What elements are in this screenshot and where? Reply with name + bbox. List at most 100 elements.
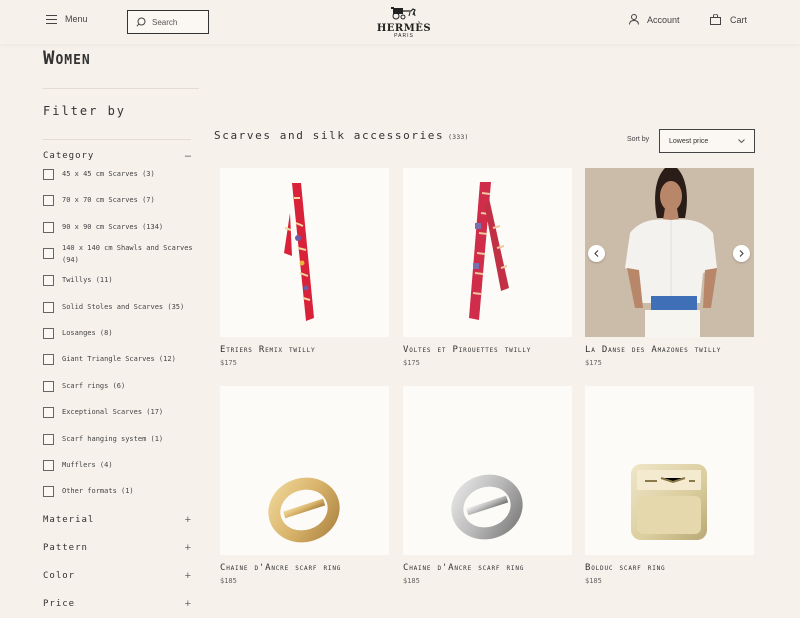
checkbox[interactable] [43, 354, 54, 365]
cart-link[interactable]: Cart [710, 14, 747, 25]
product-price: $185 [585, 577, 602, 585]
category-option[interactable]: Twillys (11) [43, 274, 197, 286]
product-image[interactable] [585, 168, 754, 337]
category-option-label: Solid Stoles and Scarves (35) [62, 303, 185, 311]
category-option[interactable]: Mufflers (4) [43, 459, 197, 471]
checkbox[interactable] [43, 275, 54, 286]
carriage-logo-icon [391, 7, 416, 20]
sort-label: Sort by [627, 136, 650, 143]
menu-label: Menu [65, 14, 88, 24]
product-name[interactable]: Chaine d'Ancre scarf ring [403, 563, 572, 573]
account-label: Account [647, 14, 680, 25]
result-count: (333) [448, 134, 469, 141]
user-icon [629, 14, 639, 25]
checkbox[interactable] [43, 302, 54, 313]
product-price: $175 [585, 359, 602, 367]
checkbox[interactable] [43, 460, 54, 471]
twilly-scarf-image [469, 182, 509, 320]
account-link[interactable]: Account [629, 14, 680, 25]
category-option[interactable]: Scarf hanging system (1) [43, 433, 197, 445]
category-option[interactable]: 70 x 70 cm Scarves (7) [43, 194, 197, 206]
facet-label: Price [43, 599, 76, 609]
chevron-left-icon [594, 250, 599, 257]
product-name[interactable]: Bolduc scarf ring [585, 563, 754, 573]
checkbox[interactable] [43, 434, 54, 445]
carousel-next-button[interactable] [733, 245, 750, 262]
checkbox[interactable] [43, 222, 54, 233]
checkbox[interactable] [43, 486, 54, 497]
plus-icon: + [184, 542, 191, 554]
menu-button[interactable]: Menu [46, 14, 88, 24]
product-card[interactable]: Bolduc scarf ring $185 [585, 386, 754, 585]
category-option[interactable]: 45 x 45 cm Scarves (3) [43, 168, 197, 180]
collapse-icon[interactable]: – [185, 150, 191, 162]
facet-price[interactable]: Price + [43, 598, 191, 610]
product-card[interactable]: La Danse des Amazones twilly $175 [585, 168, 754, 367]
search-box[interactable] [127, 10, 209, 34]
product-price: $185 [220, 577, 237, 585]
cart-label: Cart [730, 14, 748, 25]
category-option[interactable]: Other formats (1) [43, 485, 197, 497]
product-image[interactable] [220, 386, 389, 555]
category-filter-header[interactable]: Category – [43, 139, 191, 162]
hamburger-icon [46, 14, 57, 24]
bolduc-scarf-ring-image [631, 464, 707, 540]
sort-select[interactable]: Lowest price [659, 129, 755, 153]
carousel-prev-button[interactable] [588, 245, 605, 262]
brand-logo[interactable]: HERMÈS PARIS [375, 5, 433, 39]
plus-icon: + [184, 514, 191, 526]
search-input[interactable] [152, 17, 207, 27]
product-image[interactable] [403, 386, 572, 555]
category-option-label: 70 x 70 cm Scarves (7) [62, 196, 155, 204]
facet-color[interactable]: Color + [43, 570, 191, 582]
checkbox[interactable] [43, 169, 54, 180]
product-image[interactable] [403, 168, 572, 337]
product-name[interactable]: La Danse des Amazones twilly [585, 345, 754, 355]
product-name[interactable]: Chaine d'Ancre scarf ring [220, 563, 389, 573]
product-card[interactable]: Chaine d'Ancre scarf ring $185 [220, 386, 389, 585]
plus-icon: + [184, 598, 191, 610]
product-card[interactable]: Chaine d'Ancre scarf ring $185 [403, 386, 572, 585]
product-name[interactable]: Etriers Remix twilly [220, 345, 389, 355]
plus-icon: + [184, 570, 191, 582]
facet-label: Color [43, 571, 76, 581]
facet-pattern[interactable]: Pattern + [43, 542, 191, 554]
product-price: $175 [403, 359, 420, 367]
facet-material[interactable]: Material + [43, 514, 191, 526]
product-card[interactable]: Etriers Remix twilly $175 [220, 168, 389, 367]
category-option-label: Other formats (1) [62, 487, 134, 495]
product-card[interactable]: Voltes et Pirouettes twilly $175 [403, 168, 572, 367]
category-option-label: Giant Triangle Scarves (12) [62, 355, 176, 363]
category-option[interactable]: 140 x 140 cm Shawls and Scarves (94) [43, 242, 197, 266]
checkbox[interactable] [43, 195, 54, 206]
product-image[interactable] [220, 168, 389, 337]
category-option[interactable]: 90 x 90 cm Scarves (134) [43, 221, 197, 233]
category-option-label: 45 x 45 cm Scarves (3) [62, 170, 155, 178]
checkbox[interactable] [43, 328, 54, 339]
site-header: Menu HERMÈS PARIS Account Cart [0, 0, 800, 44]
category-option[interactable]: Giant Triangle Scarves (12) [43, 353, 197, 365]
category-option-label: Mufflers (4) [62, 461, 113, 469]
category-option[interactable]: Solid Stoles and Scarves (35) [43, 301, 197, 313]
chevron-down-icon [738, 139, 745, 143]
product-image[interactable] [585, 386, 754, 555]
product-price: $185 [403, 577, 420, 585]
checkbox[interactable] [43, 248, 54, 259]
facet-label: Material [43, 515, 95, 525]
checkbox[interactable] [43, 381, 54, 392]
product-name[interactable]: Voltes et Pirouettes twilly [403, 345, 572, 355]
shopping-bag-icon [710, 14, 721, 25]
checkbox[interactable] [43, 407, 54, 418]
category-option-label: Scarf rings (6) [62, 382, 126, 390]
category-option-label: Losanges (8) [62, 329, 113, 337]
category-option[interactable]: Losanges (8) [43, 327, 197, 339]
section-title-text: Scarves and silk accessories [214, 129, 445, 142]
divider [43, 88, 199, 89]
category-option-label: Twillys (11) [62, 276, 113, 284]
category-option-label: 90 x 90 cm Scarves (134) [62, 223, 164, 231]
category-option[interactable]: Exceptional Scarves (17) [43, 406, 197, 418]
category-option[interactable]: Scarf rings (6) [43, 380, 197, 392]
category-option-label: Scarf hanging system (1) [62, 435, 164, 443]
model-photo [585, 168, 754, 337]
search-icon [136, 17, 146, 27]
